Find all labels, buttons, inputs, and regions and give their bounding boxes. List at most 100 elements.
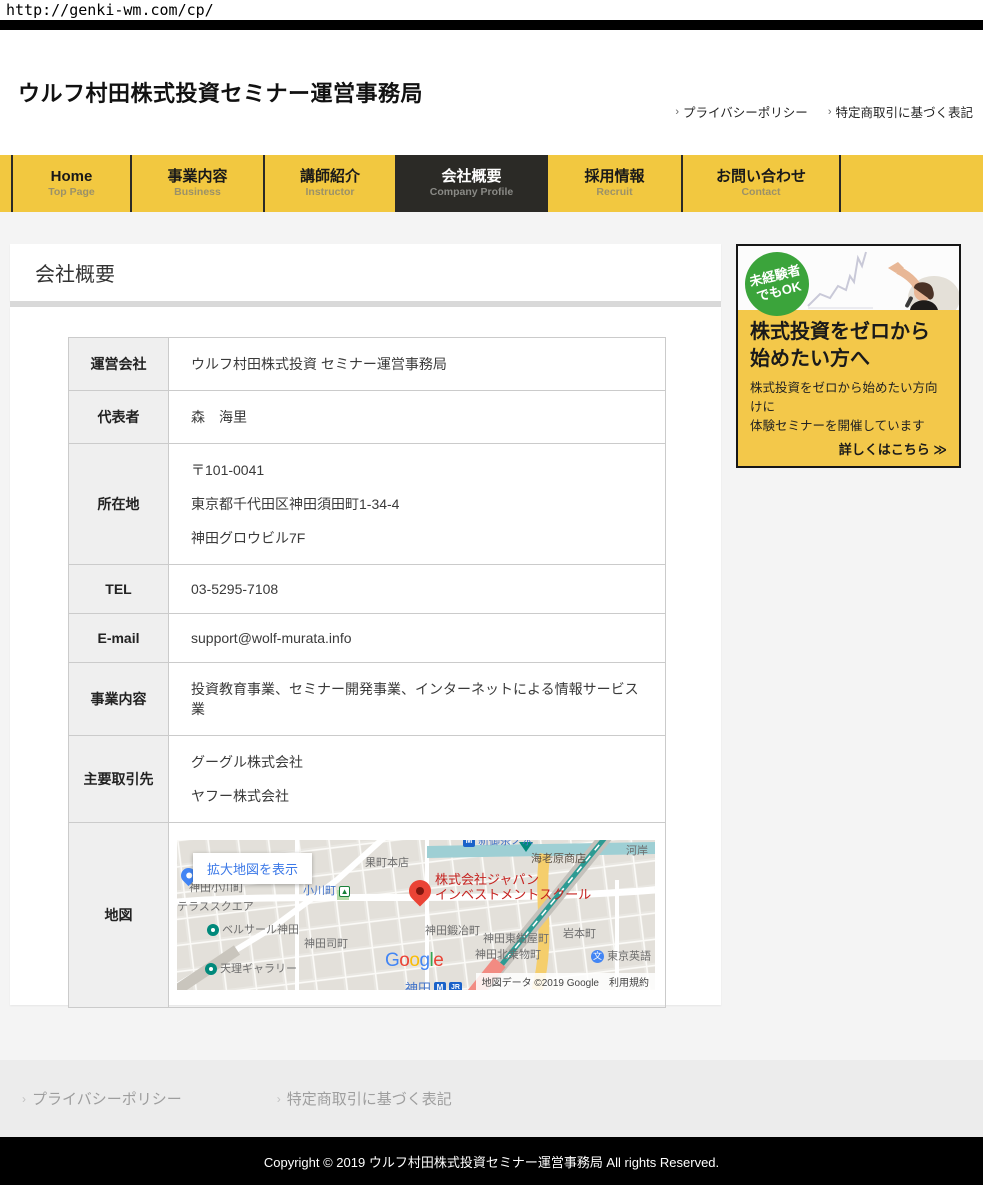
row-value-line: 03-5295-7108 bbox=[191, 581, 643, 597]
footer-link-label: 特定商取引に基づく表記 bbox=[287, 1088, 452, 1109]
main-navigation: Home Top Page 事業内容 Business 講師紹介 Instruc… bbox=[0, 155, 983, 212]
copyright-bar: Copyright © 2019 ウルフ村田株式投資セミナー運営事務局 All … bbox=[0, 1137, 983, 1185]
row-label: 代表者 bbox=[69, 391, 169, 444]
map-label-bellesalle-kanda: ベルサール神田 bbox=[207, 924, 299, 937]
chevron-right-icon: › bbox=[828, 106, 832, 118]
row-value-line: 東京都千代田区神田須田町1-34-4 bbox=[191, 494, 643, 514]
nav-tab-sublabel: Contact bbox=[741, 186, 780, 200]
copyright-text: Copyright © 2019 ウルフ村田株式投資セミナー運営事務局 All … bbox=[264, 1152, 719, 1171]
row-value-line: support@wolf-murata.info bbox=[191, 630, 643, 646]
school-icon: 文 bbox=[591, 950, 604, 963]
nav-tab-sublabel: Company Profile bbox=[430, 186, 513, 200]
row-label: 主要取引先 bbox=[69, 736, 169, 823]
table-row-operating-company: 運営会社 ウルフ村田株式投資 セミナー運営事務局 bbox=[69, 338, 666, 391]
place-icon bbox=[207, 924, 219, 936]
row-value: 拡大地図を表示 M 新御茶ノ水 果町本店 神田小川町 小 bbox=[169, 823, 666, 1008]
nav-tab-label: お問い合わせ bbox=[716, 168, 806, 186]
header-link-privacy-policy[interactable]: › プライバシーポリシー bbox=[675, 102, 807, 121]
banner-heading: 株式投資をゼロから 始めたい方へ bbox=[750, 319, 947, 373]
table-row-map: 地図 bbox=[69, 823, 666, 1008]
header-links: › プライバシーポリシー › 特定商取引に基づく表記 bbox=[675, 102, 973, 121]
map-terms-link[interactable]: 利用規約 bbox=[609, 974, 649, 989]
nav-tab-sublabel: Top Page bbox=[48, 186, 94, 200]
map-label-kanda-higashikonyacho: 神田東紺屋町 bbox=[483, 933, 549, 946]
map-label-kanda-kitanorimonocho: 神田北乗物町 bbox=[475, 949, 541, 962]
map-label-ogawamachi[interactable]: 小川町 ▲ bbox=[303, 885, 350, 898]
top-divider-bar bbox=[0, 20, 983, 30]
site-title[interactable]: ウルフ村田株式投資セミナー運営事務局 bbox=[18, 76, 423, 108]
row-label: E-mail bbox=[69, 614, 169, 663]
tree-icon: ▲ bbox=[339, 886, 350, 897]
table-row-representative: 代表者 森 海里 bbox=[69, 391, 666, 444]
nav-tab-sublabel: Instructor bbox=[305, 186, 354, 200]
page-title: 会社概要 bbox=[35, 258, 115, 287]
table-row-main-clients: 主要取引先 グーグル株式会社 ヤフー株式会社 bbox=[69, 736, 666, 823]
main-content: 会社概要 運営会社 ウルフ村田株式投資 セミナー運営事務局 代表者 森 海里 所… bbox=[0, 212, 983, 1060]
map-expand-button[interactable]: 拡大地図を表示 bbox=[193, 853, 312, 884]
url-bar[interactable]: http://genki-wm.com/cp/ bbox=[0, 0, 983, 20]
nav-tab-home[interactable]: Home Top Page bbox=[13, 155, 132, 212]
row-label: 運営会社 bbox=[69, 338, 169, 391]
place-icon bbox=[205, 963, 217, 975]
map-label-kanda-tsukasamachi: 神田司町 bbox=[304, 938, 348, 951]
row-value-line: グーグル株式会社 bbox=[191, 752, 643, 772]
content-column: 会社概要 運営会社 ウルフ村田株式投資 セミナー運営事務局 代表者 森 海里 所… bbox=[10, 244, 721, 1005]
map-label-kanda-station[interactable]: 神田 M JR bbox=[405, 978, 462, 990]
map-attribution: 地図データ ©2019 Google 利用規約 bbox=[476, 973, 655, 990]
header-link-label: プライバシーポリシー bbox=[683, 102, 808, 121]
map-marker-label[interactable]: 株式会社ジャパン インベストメントスクール bbox=[435, 873, 591, 903]
page-title-card: 会社概要 bbox=[10, 244, 721, 301]
banner-cta-link[interactable]: 詳しくはこちら ≫ bbox=[750, 439, 947, 458]
map-data-credit: 地図データ ©2019 Google bbox=[482, 974, 599, 989]
nav-tab-contact[interactable]: お問い合わせ Contact bbox=[683, 155, 841, 212]
header-link-tokushoho[interactable]: › 特定商取引に基づく表記 bbox=[828, 102, 973, 121]
table-row-email: E-mail support@wolf-murata.info bbox=[69, 614, 666, 663]
header-link-label: 特定商取引に基づく表記 bbox=[835, 102, 973, 121]
row-label: 所在地 bbox=[69, 444, 169, 565]
nav-tab-sublabel: Recruit bbox=[596, 186, 632, 200]
nav-tab-company-profile[interactable]: 会社概要 Company Profile bbox=[397, 155, 548, 212]
nav-spacer bbox=[0, 155, 13, 212]
footer: › プライバシーポリシー › 特定商取引に基づく表記 bbox=[0, 1060, 983, 1137]
page: http://genki-wm.com/cp/ ウルフ村田株式投資セミナー運営事… bbox=[0, 0, 983, 1185]
company-info-table: 運営会社 ウルフ村田株式投資 セミナー運営事務局 代表者 森 海里 所在地 〒1… bbox=[68, 337, 666, 1008]
map-label-terrace-square: テラススクエア bbox=[177, 901, 254, 914]
footer-link-label: プライバシーポリシー bbox=[32, 1088, 182, 1109]
google-map-embed[interactable]: 拡大地図を表示 M 新御茶ノ水 果町本店 神田小川町 小 bbox=[177, 840, 655, 990]
row-value-line: 森 海里 bbox=[191, 407, 643, 427]
seminar-banner[interactable]: 未経験者 でもOK 株式投資をゼロから 始めたい方へ 株式投資をゼロから始めたい… bbox=[736, 244, 961, 468]
nav-spacer bbox=[841, 155, 983, 212]
row-value-line: ウルフ村田株式投資 セミナー運営事務局 bbox=[191, 354, 643, 374]
chevron-right-icon: › bbox=[277, 1092, 281, 1106]
metro-icon: M bbox=[434, 982, 446, 991]
row-value-line: 〒101-0041 bbox=[191, 460, 643, 480]
company-profile-card: 運営会社 ウルフ村田株式投資 セミナー運営事務局 代表者 森 海里 所在地 〒1… bbox=[10, 307, 721, 1005]
nav-tab-label: 講師紹介 bbox=[300, 168, 360, 186]
nav-tab-instructor[interactable]: 講師紹介 Instructor bbox=[265, 155, 397, 212]
map-label-shop-honten: 果町本店 bbox=[365, 857, 409, 870]
metro-icon: M bbox=[463, 840, 475, 847]
row-value: 森 海里 bbox=[169, 391, 666, 444]
row-value-line: ヤフー株式会社 bbox=[191, 786, 643, 806]
banner-photo: 未経験者 でもOK bbox=[738, 246, 959, 310]
map-label-shin-ochanomizu: M 新御茶ノ水 bbox=[463, 840, 533, 848]
banner-description: 株式投資をゼロから始めたい方向けに 体験セミナーを開催しています bbox=[750, 379, 947, 435]
chevron-right-icon: › bbox=[675, 106, 679, 118]
map-label-kanda-kajicho: 神田鍛冶町 bbox=[425, 925, 480, 938]
row-value: ウルフ村田株式投資 セミナー運営事務局 bbox=[169, 338, 666, 391]
map-label-tokyo-eigo: 文 東京英語 bbox=[591, 950, 651, 963]
row-value: 投資教育事業、セミナー開発事業、インターネットによる情報サービス業 bbox=[169, 663, 666, 736]
map-label-kashi: 河岸 bbox=[626, 845, 648, 858]
nav-tab-business[interactable]: 事業内容 Business bbox=[132, 155, 265, 212]
google-logo[interactable]: Google bbox=[385, 950, 443, 972]
footer-link-privacy-policy[interactable]: › プライバシーポリシー bbox=[22, 1088, 182, 1109]
row-value: support@wolf-murata.info bbox=[169, 614, 666, 663]
footer-link-tokushoho[interactable]: › 特定商取引に基づく表記 bbox=[277, 1088, 452, 1109]
chevron-right-icon: › bbox=[22, 1092, 26, 1106]
row-value: グーグル株式会社 ヤフー株式会社 bbox=[169, 736, 666, 823]
nav-tab-label: 事業内容 bbox=[167, 168, 227, 186]
row-label: 地図 bbox=[69, 823, 169, 1008]
nav-tab-recruit[interactable]: 採用情報 Recruit bbox=[548, 155, 683, 212]
header: ウルフ村田株式投資セミナー運営事務局 › プライバシーポリシー › 特定商取引に… bbox=[0, 30, 983, 155]
map-label-tenri-gallery: 天理ギャラリー bbox=[205, 963, 297, 976]
